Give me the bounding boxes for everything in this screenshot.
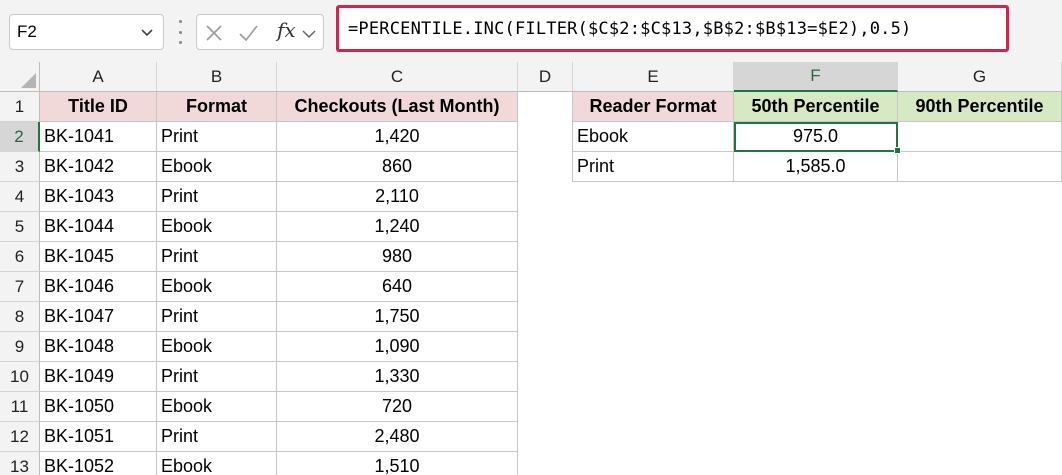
cell-checkouts[interactable]: 980 xyxy=(277,242,518,272)
cell-checkouts[interactable]: 720 xyxy=(277,392,518,422)
select-all-button[interactable] xyxy=(0,62,40,92)
cell-checkouts[interactable]: 1,240 xyxy=(277,212,518,242)
column-header-e[interactable]: E xyxy=(573,62,734,92)
row-header-9[interactable]: 9 xyxy=(0,332,40,362)
cell-checkouts[interactable]: 1,330 xyxy=(277,362,518,392)
cell-reader-format[interactable]: Ebook xyxy=(573,122,734,152)
name-box-value: F2 xyxy=(17,22,37,41)
cell-title-id[interactable]: BK-1049 xyxy=(40,362,157,392)
row-header-10[interactable]: 10 xyxy=(0,362,40,392)
column-header-f[interactable]: F xyxy=(734,62,898,92)
row-header-13[interactable]: 13 xyxy=(0,452,40,475)
row-header-11[interactable]: 11 xyxy=(0,392,40,422)
cell-title-id[interactable]: BK-1050 xyxy=(40,392,157,422)
row-header-2[interactable]: 2 xyxy=(0,122,40,152)
chevron-down-icon[interactable] xyxy=(139,24,155,40)
formula-input[interactable]: =PERCENTILE.INC(FILTER($C$2:$C$13,$B$2:$… xyxy=(336,5,1009,52)
column-header-a[interactable]: A xyxy=(40,62,157,92)
cell-format[interactable]: Ebook xyxy=(157,332,277,362)
cell-title-id[interactable]: BK-1052 xyxy=(40,452,157,475)
cell-title-id[interactable]: BK-1048 xyxy=(40,332,157,362)
cell-checkouts[interactable]: 640 xyxy=(277,272,518,302)
row-header-8[interactable]: 8 xyxy=(0,302,40,332)
formula-controls: fx xyxy=(196,14,324,50)
header-90th-percentile[interactable]: 90th Percentile xyxy=(898,92,1062,122)
cell-format[interactable]: Print xyxy=(157,302,277,332)
column-header-d[interactable]: D xyxy=(518,62,573,92)
column-header-b[interactable]: B xyxy=(157,62,277,92)
cell-50th-percentile[interactable]: 1,585.0 xyxy=(734,152,898,182)
enter-check-icon[interactable] xyxy=(237,22,259,44)
column-header-c[interactable]: C xyxy=(277,62,518,92)
header-title-id[interactable]: Title ID xyxy=(40,92,157,122)
cell-format[interactable]: Ebook xyxy=(157,452,277,475)
cell-reader-format[interactable]: Print xyxy=(573,152,734,182)
cell-checkouts[interactable]: 860 xyxy=(277,152,518,182)
header-50th-percentile[interactable]: 50th Percentile xyxy=(734,92,898,122)
header-format[interactable]: Format xyxy=(157,92,277,122)
cell-format[interactable]: Ebook xyxy=(157,392,277,422)
cell-title-id[interactable]: BK-1051 xyxy=(40,422,157,452)
row-header-1[interactable]: 1 xyxy=(0,92,40,122)
column-header-g[interactable]: G xyxy=(898,62,1062,92)
row-header-7[interactable]: 7 xyxy=(0,272,40,302)
header-reader-format[interactable]: Reader Format xyxy=(573,92,734,122)
cell-checkouts[interactable]: 1,420 xyxy=(277,122,518,152)
cell-checkouts[interactable]: 2,480 xyxy=(277,422,518,452)
row-header-12[interactable]: 12 xyxy=(0,422,40,452)
cell-90th-percentile[interactable] xyxy=(898,152,1062,182)
cell-format[interactable]: Print xyxy=(157,122,277,152)
cell-title-id[interactable]: BK-1043 xyxy=(40,182,157,212)
cell-format[interactable]: Print xyxy=(157,422,277,452)
cancel-icon[interactable] xyxy=(203,22,225,44)
insert-function-button[interactable]: fx xyxy=(277,18,296,42)
cell-format[interactable]: Ebook xyxy=(157,152,277,182)
cell-title-id[interactable]: BK-1042 xyxy=(40,152,157,182)
cell-format[interactable]: Ebook xyxy=(157,212,277,242)
cell-title-id[interactable]: BK-1044 xyxy=(40,212,157,242)
more-options-icon[interactable] xyxy=(176,20,184,44)
cell-checkouts[interactable]: 1,510 xyxy=(277,452,518,475)
cell-title-id[interactable]: BK-1041 xyxy=(40,122,157,152)
cell-checkouts[interactable]: 2,110 xyxy=(277,182,518,212)
cell-checkouts[interactable]: 1,090 xyxy=(277,332,518,362)
row-header-6[interactable]: 6 xyxy=(0,242,40,272)
chevron-down-icon[interactable] xyxy=(301,22,317,44)
cell-checkouts[interactable]: 1,750 xyxy=(277,302,518,332)
formula-bar-area: F2 fx =PERCENTILE.INC(FILTER($C$2:$C$13,… xyxy=(0,0,1062,62)
cell-title-id[interactable]: BK-1045 xyxy=(40,242,157,272)
header-checkouts[interactable]: Checkouts (Last Month) xyxy=(277,92,518,122)
cell-90th-percentile[interactable] xyxy=(898,122,1062,152)
cell-format[interactable]: Ebook xyxy=(157,272,277,302)
cell-format[interactable]: Print xyxy=(157,242,277,272)
row-header-5[interactable]: 5 xyxy=(0,212,40,242)
row-header-4[interactable]: 4 xyxy=(0,182,40,212)
row-header-3[interactable]: 3 xyxy=(0,152,40,182)
active-cell-f2[interactable]: 975.0 xyxy=(734,122,898,152)
cell-title-id[interactable]: BK-1046 xyxy=(40,272,157,302)
fill-handle[interactable] xyxy=(894,147,901,154)
cell-format[interactable]: Print xyxy=(157,362,277,392)
table-border xyxy=(572,92,573,182)
cell-title-id[interactable]: BK-1047 xyxy=(40,302,157,332)
cell-format[interactable]: Print xyxy=(157,182,277,212)
name-box[interactable]: F2 xyxy=(9,14,164,50)
